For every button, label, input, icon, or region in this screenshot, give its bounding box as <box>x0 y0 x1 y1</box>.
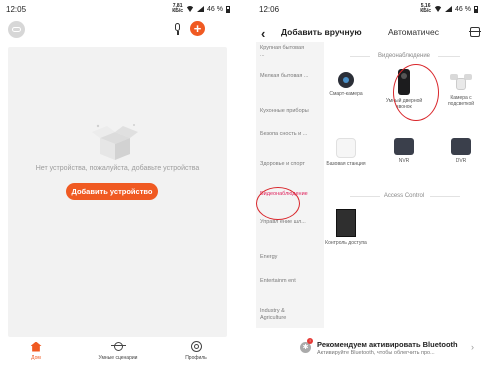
category-item[interactable]: Крупная бытовая ... <box>260 45 310 59</box>
device-smart-camera[interactable]: Смарт-камера <box>324 72 368 97</box>
category-item[interactable]: Мелкая бытовая ... <box>260 73 310 80</box>
tab-manual-add[interactable]: Добавить вручную <box>281 27 362 37</box>
battery-icon <box>226 5 230 13</box>
device-grid: Видеонаблюдение Смарт-камера Умный дверн… <box>324 42 484 332</box>
device-dvr[interactable]: DVR <box>439 138 483 164</box>
section-title: Видеонаблюдение <box>377 53 431 59</box>
home-icon <box>30 341 42 352</box>
device-list-empty: Нет устройства, пожалуйста, добавьте уст… <box>8 47 227 337</box>
status-time: 12:06 <box>259 4 280 14</box>
dvr-icon <box>451 138 471 155</box>
home-avatar[interactable] <box>8 21 25 38</box>
device-floodlight-camera[interactable]: Камера с подсветкой <box>439 72 483 107</box>
chevron-right-icon[interactable]: › <box>471 342 474 352</box>
tab-profile[interactable]: Профиль <box>166 340 226 361</box>
network-speed: 5,16 КБ/с <box>420 3 432 14</box>
back-arrow-icon[interactable]: ‹ <box>261 26 265 41</box>
tab-smart-scenes-label: Умные сценарии <box>98 355 138 361</box>
bluetooth-banner[interactable]: ✱ ! Рекомендуем активировать Bluetooth А… <box>253 330 484 365</box>
empty-box-illustration <box>92 124 138 160</box>
category-item[interactable]: Управл ение шл... <box>260 219 310 226</box>
smart-camera-icon <box>338 72 354 88</box>
base-station-icon <box>336 138 356 158</box>
section-title: Access Control <box>383 193 425 199</box>
category-item[interactable]: Energy <box>260 254 310 261</box>
access-control-icon <box>336 209 356 237</box>
tab-profile-label: Профиль <box>185 355 207 361</box>
device-label: Камера с подсветкой <box>447 95 475 107</box>
category-list: Крупная бытовая ... Мелкая бытовая ... К… <box>256 42 324 328</box>
device-nvr[interactable]: NVR <box>382 138 426 164</box>
nvr-icon <box>394 138 414 155</box>
category-item[interactable]: Industry & Agriculture <box>260 308 310 322</box>
divider <box>430 196 460 197</box>
category-item[interactable]: Кухонные приборы <box>260 108 310 115</box>
empty-state-message: Нет устройства, пожалуйста, добавьте уст… <box>35 165 200 172</box>
alert-badge: ! <box>307 338 313 344</box>
tab-home[interactable]: Дом <box>6 340 66 361</box>
highlight-circle <box>256 187 300 220</box>
wifi-icon <box>434 6 443 12</box>
status-time: 12:05 <box>6 4 27 14</box>
status-icons: 7,81 КБ/с 46 % <box>172 3 230 15</box>
category-item[interactable]: Безопа сность и ... <box>260 131 310 138</box>
category-item[interactable]: Здоровье и спорт <box>260 161 310 168</box>
bluetooth-subtitle: Активируйте Bluetooth, чтобы облегчить п… <box>317 350 435 356</box>
device-label: Базовая станция <box>326 161 366 167</box>
tab-smart-scenes[interactable]: Умные сценарии <box>88 340 148 361</box>
profile-icon <box>190 341 202 352</box>
device-access-control[interactable]: Контроль доступа <box>324 209 368 246</box>
wifi-icon <box>186 6 195 12</box>
tab-auto-scan[interactable]: Автоматичес <box>388 27 439 37</box>
network-speed: 7,81 КБ/с <box>172 3 184 14</box>
category-item[interactable]: Entertainm ent <box>260 278 310 285</box>
battery-icon <box>474 5 478 13</box>
add-device-button[interactable]: Добавить устройство <box>66 183 158 200</box>
highlight-circle <box>393 64 439 121</box>
device-label: NVR <box>398 158 410 164</box>
add-device-screen: 12:06 5,16 КБ/с 46 % ‹ Добавить вручную … <box>253 0 484 365</box>
status-icons: 5,16 КБ/с 46 % <box>420 3 478 15</box>
device-label: Смарт-камера <box>329 91 363 97</box>
scan-icon[interactable] <box>469 27 481 37</box>
divider <box>438 56 460 57</box>
smart-scene-icon <box>113 342 123 351</box>
add-device-plus-icon[interactable]: + <box>190 21 205 36</box>
home-screen: 12:05 7,81 КБ/с 46 % + Нет устройства, п… <box>0 0 236 365</box>
bluetooth-title: Рекомендуем активировать Bluetooth <box>317 340 458 349</box>
tab-home-label: Дом <box>31 355 41 361</box>
bottom-tab-bar: Дом Умные сценарии Профиль <box>0 338 236 365</box>
device-label: Контроль доступа <box>325 240 367 246</box>
microphone-icon[interactable] <box>174 23 181 35</box>
signal-icon <box>445 6 453 12</box>
signal-icon <box>197 6 205 12</box>
floodlight-camera-icon <box>450 72 472 92</box>
device-base-station[interactable]: Базовая станция <box>324 138 368 167</box>
device-label: DVR <box>455 158 467 164</box>
battery-percent: 46 % <box>207 5 223 13</box>
battery-percent: 46 % <box>455 5 471 13</box>
